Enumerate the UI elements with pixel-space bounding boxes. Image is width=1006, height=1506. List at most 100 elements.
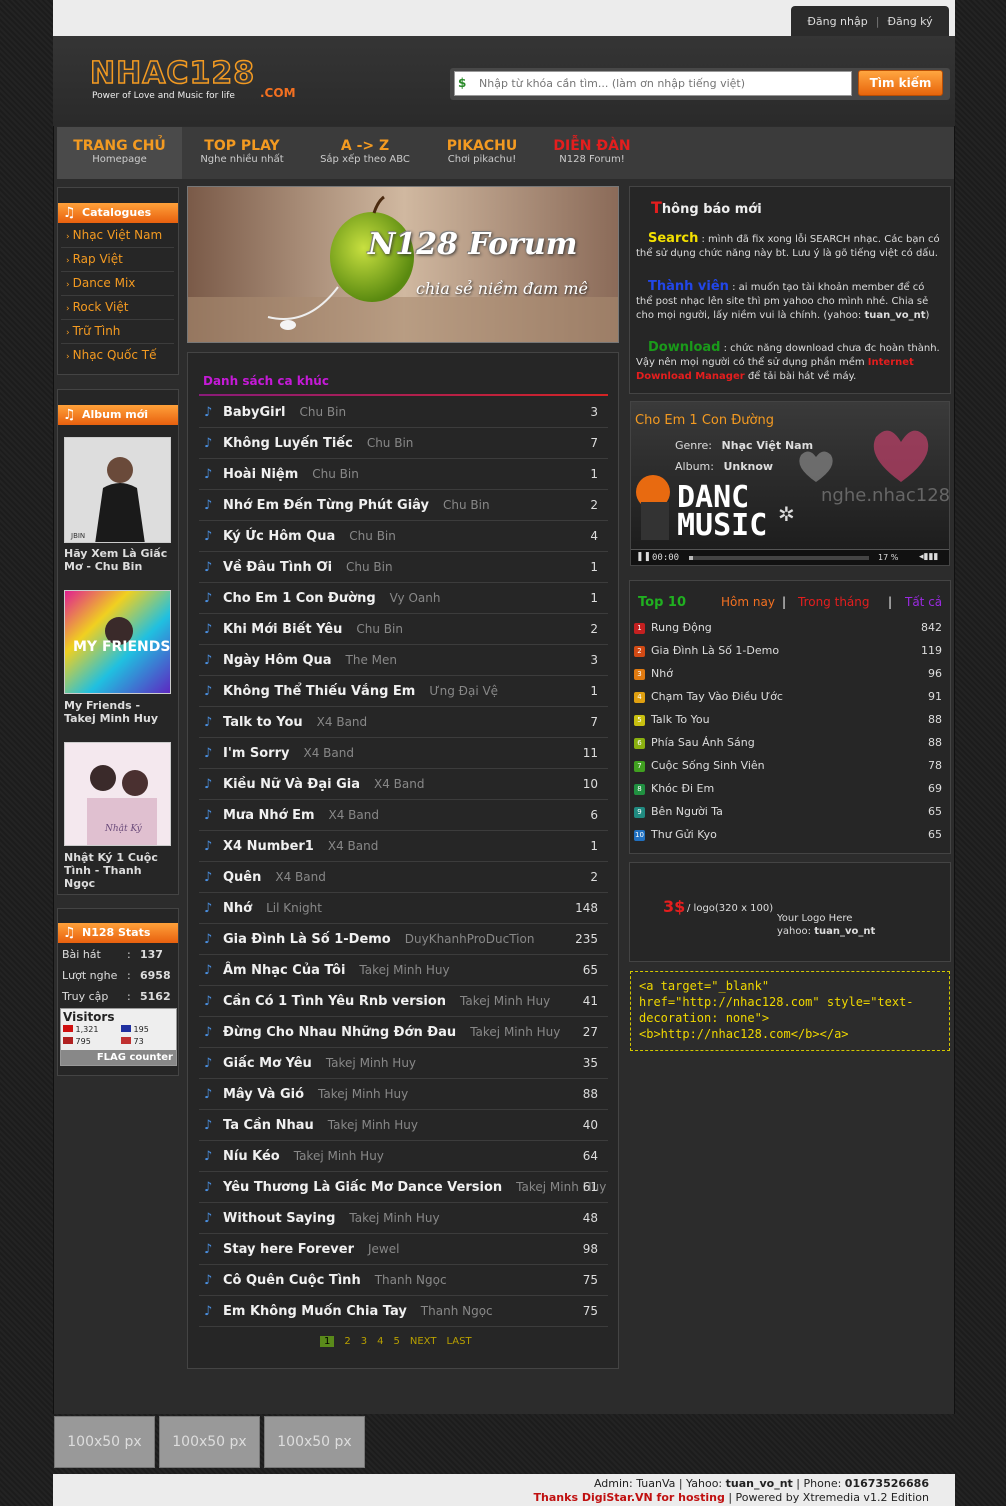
song-row[interactable]: ♪ Quên X4 Band 2: [199, 862, 608, 893]
top10-item[interactable]: 1 Rung Động 842: [634, 618, 942, 641]
song-artist[interactable]: Chu Bin: [349, 529, 396, 543]
top10-song[interactable]: Nhớ: [651, 667, 673, 680]
top10-song[interactable]: Rung Động: [651, 621, 712, 634]
song-name[interactable]: Âm Nhạc Của Tôi Takej Minh Huy: [223, 963, 450, 978]
song-artist[interactable]: DuyKhanhProDucTion: [405, 932, 535, 946]
tab-month[interactable]: Trong tháng: [798, 595, 870, 609]
song-row[interactable]: ♪ Gia Đình Là Số 1-Demo DuyKhanhProDucTion…: [199, 924, 608, 955]
top10-item[interactable]: 4 Chạm Tay Vào Điều Ước 91: [634, 687, 942, 710]
top10-item[interactable]: 5 Talk To You 88: [634, 710, 942, 733]
song-artist[interactable]: Vy Oanh: [390, 591, 441, 605]
link-code-snippet[interactable]: <a target="_blank" href="http://nhac128.…: [630, 971, 950, 1051]
song-name[interactable]: BabyGirl Chu Bin: [223, 405, 346, 420]
register-link[interactable]: Đăng ký: [887, 15, 932, 28]
song-artist[interactable]: Takej Minh Huy: [318, 1087, 408, 1101]
top10-item[interactable]: 8 Khóc Đi Em 69: [634, 779, 942, 802]
song-name[interactable]: Nhớ Lil Knight: [223, 901, 322, 916]
song-name[interactable]: Về Đâu Tình Ơi Chu Bin: [223, 560, 393, 575]
song-artist[interactable]: Takej Minh Huy: [326, 1056, 416, 1070]
ad-slot-1[interactable]: 100x50 px: [54, 1416, 155, 1468]
song-artist[interactable]: Takej Minh Huy: [359, 963, 449, 977]
top10-song[interactable]: Cuộc Sống Sinh Viên: [651, 759, 765, 772]
last-page[interactable]: LAST: [446, 1336, 471, 1347]
ad-slot-3[interactable]: 100x50 px: [264, 1416, 365, 1468]
seek-bar[interactable]: [689, 556, 869, 560]
album-caption[interactable]: Hãy Xem Là Giấc Mơ - Chu Bin: [64, 547, 174, 573]
album-caption[interactable]: Nhật Ký 1 Cuộc Tình - Thanh Ngọc: [64, 851, 174, 890]
catalogue-item[interactable]: › Nhạc Việt Nam: [61, 224, 174, 248]
song-artist[interactable]: Chu Bin: [356, 622, 403, 636]
album-cover[interactable]: MY FRIENDS: [64, 590, 171, 694]
top10-song[interactable]: Talk To You: [651, 713, 710, 726]
song-row[interactable]: ♪ Cho Em 1 Con Đường Vy Oanh 1: [199, 583, 608, 614]
song-name[interactable]: Ngày Hôm Qua The Men: [223, 653, 397, 668]
song-row[interactable]: ♪ Khi Mới Biết Yêu Chu Bin 2: [199, 614, 608, 645]
song-name[interactable]: Ký Ức Hôm Qua Chu Bin: [223, 529, 396, 544]
nav-a-z[interactable]: A -> Z Sắp xếp theo ABC: [310, 127, 420, 179]
song-row[interactable]: ♪ Stay here Forever Jewel 98: [199, 1234, 608, 1265]
song-artist[interactable]: X4 Band: [328, 839, 378, 853]
hosting-link[interactable]: Thanks DigiStar.VN for hosting: [534, 1491, 725, 1504]
song-row[interactable]: ♪ Em Không Muốn Chia Tay Thanh Ngọc 75: [199, 1296, 608, 1327]
song-name[interactable]: Giấc Mơ Yêu Takej Minh Huy: [223, 1056, 416, 1071]
song-name[interactable]: Mây Và Gió Takej Minh Huy: [223, 1087, 408, 1102]
top10-song[interactable]: Khóc Đi Em: [651, 782, 714, 795]
song-row[interactable]: ♪ Không Luyến Tiếc Chu Bin 7: [199, 428, 608, 459]
song-artist[interactable]: Takej Minh Huy: [460, 994, 550, 1008]
song-row[interactable]: ♪ Ngày Hôm Qua The Men 3: [199, 645, 608, 676]
login-link[interactable]: Đăng nhập: [807, 15, 867, 28]
site-logo[interactable]: NHAC128: [89, 55, 255, 92]
nav-pikachu[interactable]: PIKACHU Chơi pikachu!: [432, 127, 532, 179]
song-row[interactable]: ♪ BabyGirl Chu Bin 3: [199, 397, 608, 428]
tab-today[interactable]: Hôm nay: [721, 595, 775, 609]
nav-home[interactable]: TRANG CHỦ Homepage: [57, 127, 182, 179]
song-row[interactable]: ♪ Nhớ Lil Knight 148: [199, 893, 608, 924]
song-name[interactable]: Cô Quên Cuộc Tình Thanh Ngọc: [223, 1273, 447, 1288]
song-name[interactable]: Stay here Forever Jewel: [223, 1242, 399, 1257]
catalogue-item[interactable]: › Trữ Tình: [61, 320, 174, 344]
song-artist[interactable]: X4 Band: [275, 870, 325, 884]
song-name[interactable]: Cho Em 1 Con Đường Vy Oanh: [223, 591, 440, 606]
page-4[interactable]: 4: [377, 1336, 383, 1347]
song-row[interactable]: ♪ Đừng Cho Nhau Những Đớn Đau Takej Minh H…: [199, 1017, 608, 1048]
song-row[interactable]: ♪ Talk to You X4 Band 7: [199, 707, 608, 738]
song-artist[interactable]: X4 Band: [329, 808, 379, 822]
song-artist[interactable]: The Men: [346, 653, 397, 667]
song-row[interactable]: ♪ Cần Có 1 Tình Yêu Rnb version Takej Minh…: [199, 986, 608, 1017]
song-row[interactable]: ♪ I'm Sorry X4 Band 11: [199, 738, 608, 769]
song-row[interactable]: ♪ Kiều Nữ Và Đại Gia X4 Band 10: [199, 769, 608, 800]
volume-icon[interactable]: ◂▮▮▮: [919, 552, 938, 562]
song-row[interactable]: ♪ Cô Quên Cuộc Tình Thanh Ngọc 75: [199, 1265, 608, 1296]
song-artist[interactable]: Chu Bin: [299, 405, 346, 419]
flag-counter[interactable]: Visitors 1,321 195 795 73 FLAG counter: [60, 1008, 177, 1066]
pause-icon[interactable]: ❚❚: [636, 552, 651, 562]
song-artist[interactable]: X4 Band: [374, 777, 424, 791]
song-name[interactable]: Không Thể Thiếu Vắng Em Ưng Đại Vệ: [223, 684, 498, 699]
song-row[interactable]: ♪ Về Đâu Tình Ơi Chu Bin 1: [199, 552, 608, 583]
song-name[interactable]: Cần Có 1 Tình Yêu Rnb version Takej Minh …: [223, 994, 550, 1009]
top10-song[interactable]: Phía Sau Ánh Sáng: [651, 736, 755, 749]
album-caption[interactable]: My Friends - Takej Minh Huy: [64, 699, 174, 725]
song-row[interactable]: ♪ X4 Number1 X4 Band 1: [199, 831, 608, 862]
catalogue-item[interactable]: › Rock Việt: [61, 296, 174, 320]
song-name[interactable]: Em Không Muốn Chia Tay Thanh Ngọc: [223, 1304, 493, 1319]
top10-song[interactable]: Bên Người Ta: [651, 805, 723, 818]
song-name[interactable]: Talk to You X4 Band: [223, 715, 367, 730]
catalogue-item[interactable]: › Nhạc Quốc Tế: [61, 344, 174, 368]
forum-banner[interactable]: N128 Forum chia sẻ niềm đam mê: [187, 186, 619, 343]
song-name[interactable]: Gia Đình Là Số 1-Demo DuyKhanhProDucTion: [223, 932, 534, 947]
search-input[interactable]: [454, 71, 852, 96]
song-artist[interactable]: Ưng Đại Vệ: [429, 684, 498, 698]
page-5[interactable]: 5: [394, 1336, 400, 1347]
top10-item[interactable]: 6 Phía Sau Ánh Sáng 88: [634, 733, 942, 756]
page-3[interactable]: 3: [361, 1336, 367, 1347]
top10-item[interactable]: 10 Thư Gửi Kyo 65: [634, 825, 942, 848]
song-artist[interactable]: Takej Minh Huy: [349, 1211, 439, 1225]
song-artist[interactable]: Chu Bin: [367, 436, 414, 450]
search-button[interactable]: Tìm kiếm: [858, 70, 943, 96]
song-row[interactable]: ♪ Ký Ức Hôm Qua Chu Bin 4: [199, 521, 608, 552]
song-artist[interactable]: Chu Bin: [443, 498, 490, 512]
song-artist[interactable]: Takej Minh Huy: [328, 1118, 418, 1132]
song-artist[interactable]: Thanh Ngọc: [421, 1304, 493, 1318]
song-name[interactable]: Mưa Nhớ Em X4 Band: [223, 808, 379, 823]
